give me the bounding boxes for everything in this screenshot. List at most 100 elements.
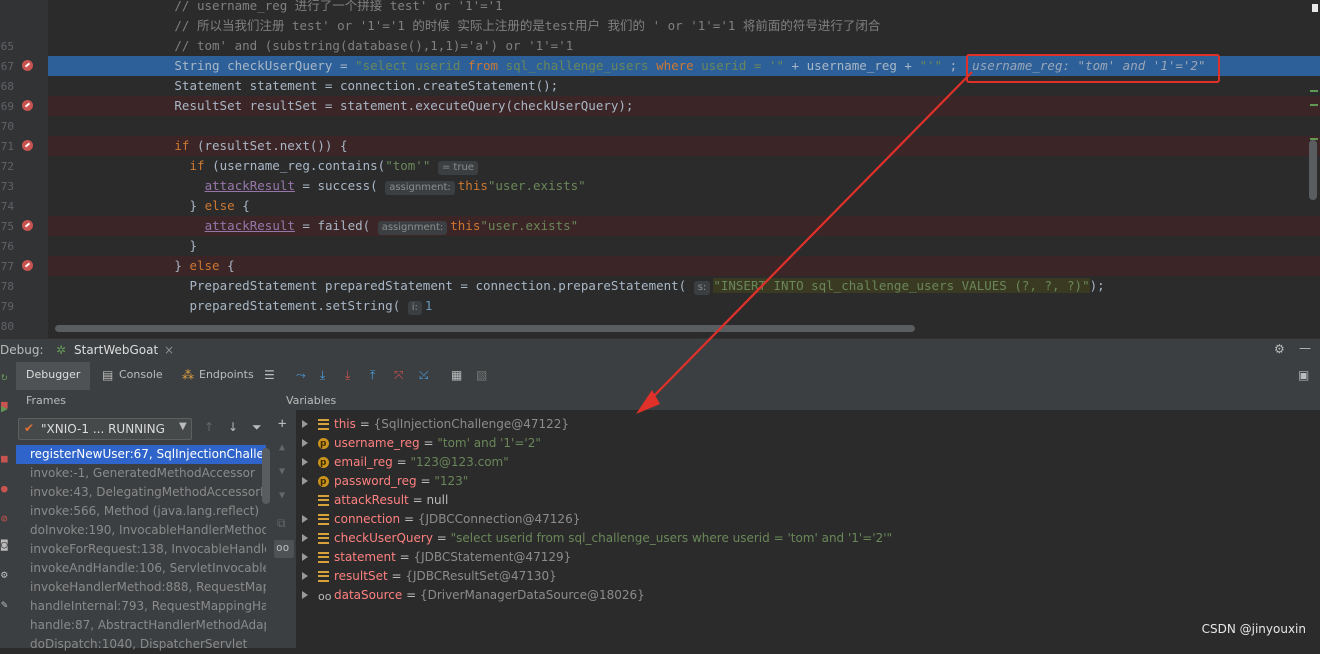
layout-menu-icon[interactable]: ☰ bbox=[264, 368, 275, 382]
tab-debugger[interactable]: Debugger bbox=[16, 362, 90, 390]
variable-row[interactable]: this = {SqlInjectionChallenge@47122} bbox=[296, 415, 1320, 434]
down-icon[interactable]: ▼ bbox=[279, 490, 285, 501]
run-to-cursor-icon[interactable]: ⤧ bbox=[394, 368, 404, 383]
breakpoint-icon[interactable] bbox=[22, 100, 33, 111]
settings-icon[interactable]: ⚙ bbox=[1, 568, 8, 581]
breakpoint-icon[interactable] bbox=[22, 220, 33, 231]
show-watches-toggle[interactable]: oo bbox=[274, 540, 294, 558]
debug-session-tab[interactable]: StartWebGoat bbox=[74, 343, 158, 357]
frame-row[interactable]: registerNewUser:67, SqlInjectionChalleng… bbox=[16, 445, 266, 464]
thread-selector[interactable]: ✔ "XNIO-1 ... RUNNING ▼ bbox=[18, 418, 192, 440]
gutter-line[interactable]: 68 bbox=[0, 76, 48, 96]
step-into-icon[interactable]: ⤓ bbox=[345, 368, 350, 383]
code-line[interactable]: attackResult = success( assignment: this"… bbox=[48, 176, 1320, 196]
expand-arrow-icon[interactable] bbox=[302, 572, 308, 580]
evaluate-expression-icon[interactable]: ⤩ bbox=[419, 368, 429, 383]
code-line[interactable]: if (username_reg.contains("tom'" = true bbox=[48, 156, 1320, 176]
close-session-icon[interactable]: × bbox=[164, 343, 174, 357]
variable-row[interactable]: attackResult = null bbox=[296, 491, 1320, 510]
view-breakpoints-icon[interactable]: ● bbox=[1, 482, 8, 495]
variable-row[interactable]: connection = {JDBCConnection@47126} bbox=[296, 510, 1320, 529]
frame-row[interactable]: doInvoke:190, InvocableHandlerMethod bbox=[16, 521, 266, 540]
gutter-line[interactable]: 78 bbox=[0, 276, 48, 296]
camera-icon[interactable]: ◙ bbox=[1, 538, 8, 551]
watches-icon[interactable]: ▧ bbox=[476, 368, 487, 382]
variable-row[interactable]: password_reg = "123" bbox=[296, 472, 1320, 492]
gutter-line[interactable]: 74 bbox=[0, 196, 48, 216]
resume-icon[interactable]: ▶ bbox=[1, 402, 8, 415]
down-icon[interactable]: ▼ bbox=[279, 466, 285, 477]
code-line[interactable]: } else { bbox=[48, 196, 1320, 216]
gutter-line[interactable]: 79 bbox=[0, 296, 48, 316]
frame-row[interactable]: doDispatch:1040, DispatcherServlet bbox=[16, 635, 266, 654]
table-view-icon[interactable]: ▦ bbox=[451, 368, 462, 382]
code-line[interactable] bbox=[48, 116, 1320, 136]
down-arrow-icon[interactable]: ↓ bbox=[228, 420, 238, 434]
gutter-line[interactable]: 76 bbox=[0, 236, 48, 256]
gutter-line[interactable] bbox=[0, 0, 48, 16]
gutter-line[interactable]: 67 bbox=[0, 56, 48, 76]
restore-layout-icon[interactable]: ▣ bbox=[1298, 368, 1309, 382]
gutter-line[interactable]: 73 bbox=[0, 176, 48, 196]
gutter-line[interactable] bbox=[0, 16, 48, 36]
editor-horizontal-scrollbar[interactable] bbox=[55, 325, 915, 332]
breakpoint-icon[interactable] bbox=[22, 260, 33, 271]
variable-row[interactable]: checkUserQuery = "select userid from sql… bbox=[296, 529, 1320, 548]
tab-console[interactable]: Console bbox=[119, 368, 163, 381]
gutter-line[interactable]: 65 bbox=[0, 36, 48, 56]
up-icon[interactable]: ▲ bbox=[279, 442, 285, 453]
breakpoint-icon[interactable] bbox=[22, 60, 33, 71]
code-line[interactable]: PreparedStatement preparedStatement = co… bbox=[48, 276, 1320, 296]
step-out-icon[interactable]: ⤒ bbox=[370, 368, 375, 383]
gutter-line[interactable]: 77 bbox=[0, 256, 48, 276]
code-line[interactable]: // tom' and (substring(database(),1,1)='… bbox=[48, 36, 1320, 56]
code-line[interactable]: ResultSet resultSet = statement.executeQ… bbox=[48, 96, 1320, 116]
error-stripe[interactable] bbox=[1306, 0, 1320, 338]
gutter-line[interactable]: 69 bbox=[0, 96, 48, 116]
code-line[interactable]: if (resultSet.next()) { bbox=[48, 136, 1320, 156]
expand-arrow-icon[interactable] bbox=[302, 553, 308, 561]
variable-row[interactable]: username_reg = "tom' and '1'='2" bbox=[296, 434, 1320, 454]
variable-row[interactable]: email_reg = "123@123.com" bbox=[296, 453, 1320, 473]
frame-row[interactable]: handle:87, AbstractHandlerMethodAdapter bbox=[16, 616, 266, 635]
expand-arrow-icon[interactable] bbox=[302, 420, 308, 428]
add-watch-icon[interactable]: + bbox=[278, 416, 286, 432]
copy-icon[interactable]: ⧉ bbox=[277, 516, 286, 531]
settings-gear-icon[interactable]: ⚙ bbox=[1274, 342, 1285, 356]
variable-row[interactable]: resultSet = {JDBCResultSet@47130} bbox=[296, 567, 1320, 586]
frame-row[interactable]: invokeHandlerMethod:888, RequestMappingH… bbox=[16, 578, 266, 597]
filter-icon[interactable]: ⏷ bbox=[252, 420, 262, 435]
code-line[interactable]: } bbox=[48, 236, 1320, 256]
code-line[interactable]: // username_reg 进行了一个拼接 test' or '1'='1 bbox=[48, 0, 1320, 16]
mute-breakpoints-icon[interactable]: ⊘ bbox=[1, 512, 8, 525]
rerun-icon[interactable]: ↻ bbox=[1, 370, 8, 383]
pin-icon[interactable]: ✎ bbox=[1, 598, 8, 611]
code-line[interactable]: } else { bbox=[48, 256, 1320, 276]
up-arrow-icon[interactable]: ↑ bbox=[204, 420, 214, 434]
expand-arrow-icon[interactable] bbox=[302, 439, 308, 447]
expand-arrow-icon[interactable] bbox=[302, 534, 308, 542]
step-over-icon[interactable]: ⤓ bbox=[320, 368, 325, 383]
stop-icon[interactable]: ■ bbox=[1, 452, 8, 465]
minimize-icon[interactable]: — bbox=[1299, 341, 1311, 355]
frames-scrollbar[interactable] bbox=[262, 448, 270, 504]
line-gutter[interactable]: 65 67 68 69 70 71 72 73 74 75 76 77 78 79 80 bbox=[0, 0, 48, 338]
editor-vertical-scrollbar[interactable] bbox=[1309, 140, 1317, 200]
code-line[interactable]: preparedStatement.setString( i: 1 bbox=[48, 296, 1320, 316]
expand-arrow-icon[interactable] bbox=[302, 515, 308, 523]
frame-row[interactable]: invoke:-1, GeneratedMethodAccessor bbox=[16, 464, 266, 483]
frame-row[interactable]: invokeForRequest:138, InvocableHandlerMe… bbox=[16, 540, 266, 559]
expand-arrow-icon[interactable] bbox=[302, 477, 308, 485]
variable-row[interactable]: statement = {JDBCStatement@47129} bbox=[296, 548, 1320, 567]
gutter-line[interactable]: 80 bbox=[0, 316, 48, 336]
gutter-line[interactable]: 75 bbox=[0, 216, 48, 236]
gutter-line[interactable]: 70 bbox=[0, 116, 48, 136]
code-editor[interactable]: 65 67 68 69 70 71 72 73 74 75 76 77 78 79 80 // userna… bbox=[0, 0, 1320, 338]
frame-row[interactable]: invoke:43, DelegatingMethodAccessorImpl bbox=[16, 483, 266, 502]
gutter-line[interactable]: 72 bbox=[0, 156, 48, 176]
variable-row[interactable]: oo dataSource = {DriverManagerDataSource@… bbox=[296, 586, 1320, 605]
frame-row[interactable]: handleInternal:793, RequestMappingHandle… bbox=[16, 597, 266, 616]
breakpoint-icon[interactable] bbox=[22, 140, 33, 151]
tab-endpoints[interactable]: Endpoints bbox=[199, 368, 254, 381]
expand-arrow-icon[interactable] bbox=[302, 458, 308, 466]
